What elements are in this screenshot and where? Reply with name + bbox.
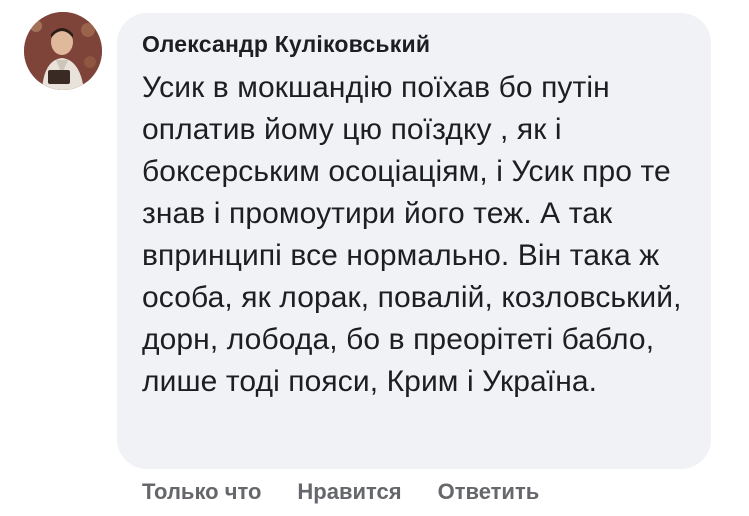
like-button[interactable]: Нравится — [297, 479, 401, 505]
comment-bubble: Олександр Куліковський Усик в мокшандію … — [117, 13, 711, 469]
comment-text: Усик в мокшандію поїхав бо путін оплатив… — [142, 71, 682, 398]
user-photo-avatar-icon — [24, 12, 102, 90]
comment-actions: Только что Нравится Ответить — [142, 477, 575, 507]
reply-button[interactable]: Ответить — [438, 479, 540, 505]
comment-author[interactable]: Олександр Куліковський — [142, 28, 689, 60]
comment-timestamp[interactable]: Только что — [142, 479, 261, 505]
avatar[interactable] — [24, 12, 102, 90]
